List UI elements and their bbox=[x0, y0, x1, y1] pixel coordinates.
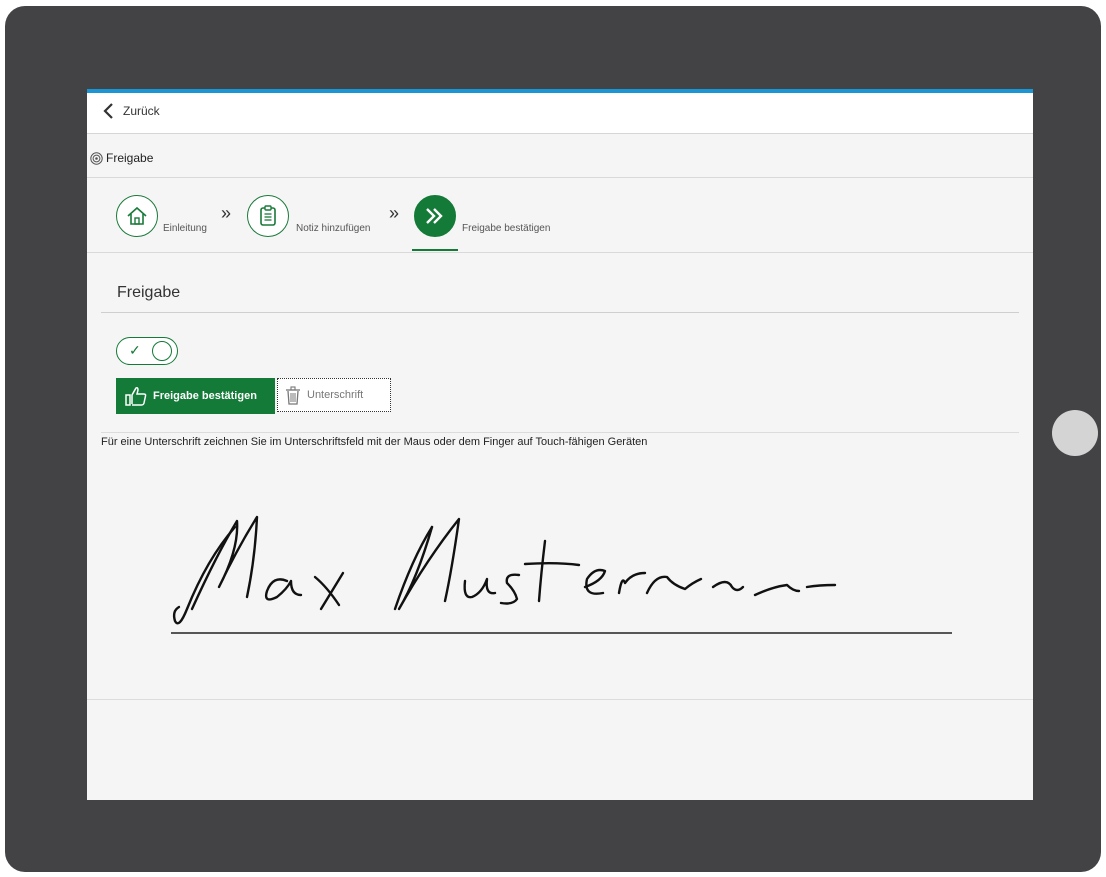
step-separator-icon: » bbox=[389, 203, 400, 223]
active-step-indicator bbox=[412, 249, 458, 251]
step-notiz[interactable] bbox=[247, 195, 289, 237]
confirm-release-label: Freigabe bestätigen bbox=[153, 390, 257, 402]
divider-section bbox=[101, 312, 1019, 313]
clear-signature-label: Unterschrift bbox=[307, 389, 364, 401]
signature-pad[interactable] bbox=[87, 459, 1033, 699]
step-label-einleitung: Einleitung bbox=[163, 223, 207, 234]
top-bar: Zurück bbox=[87, 93, 1033, 134]
clear-signature-button[interactable]: Unterschrift bbox=[277, 378, 391, 412]
divider-breadcrumb bbox=[87, 177, 1033, 178]
breadcrumb-label: Freigabe bbox=[106, 151, 154, 165]
clipboard-icon bbox=[260, 205, 276, 226]
trash-icon bbox=[286, 385, 300, 405]
confirm-toggle[interactable]: ✓ bbox=[116, 337, 178, 365]
back-label: Zurück bbox=[123, 104, 160, 118]
breadcrumb: Freigabe bbox=[90, 151, 153, 165]
divider-stepper bbox=[87, 252, 1033, 253]
divider-bottom bbox=[87, 699, 1033, 700]
toggle-knob bbox=[152, 341, 172, 361]
section-title: Freigabe bbox=[117, 284, 181, 301]
confirm-release-button[interactable]: Freigabe bestätigen bbox=[116, 378, 275, 414]
check-icon: ✓ bbox=[129, 342, 141, 358]
step-label-freigabe: Freigabe bestätigen bbox=[462, 223, 551, 234]
divider-actions bbox=[101, 432, 1019, 433]
back-button[interactable]: Zurück bbox=[101, 103, 160, 119]
step-separator-icon: » bbox=[221, 203, 232, 223]
double-chevron-right-icon bbox=[426, 208, 443, 224]
signature-strokes bbox=[172, 515, 837, 625]
step-label-notiz: Notiz hinzufügen bbox=[296, 223, 371, 234]
step-freigabe[interactable] bbox=[414, 195, 456, 237]
step-einleitung[interactable] bbox=[116, 195, 158, 237]
thumbs-up-icon bbox=[125, 387, 147, 406]
signature-hint: Für eine Unterschrift zeichnen Sie im Un… bbox=[101, 436, 648, 448]
chevron-left-icon bbox=[103, 103, 113, 119]
tablet-home-button[interactable] bbox=[1052, 410, 1098, 456]
home-icon bbox=[127, 206, 147, 225]
target-icon bbox=[90, 151, 103, 165]
app-screen: Zurück Freigabe Einleitung » Notiz hinzu… bbox=[87, 89, 1033, 800]
